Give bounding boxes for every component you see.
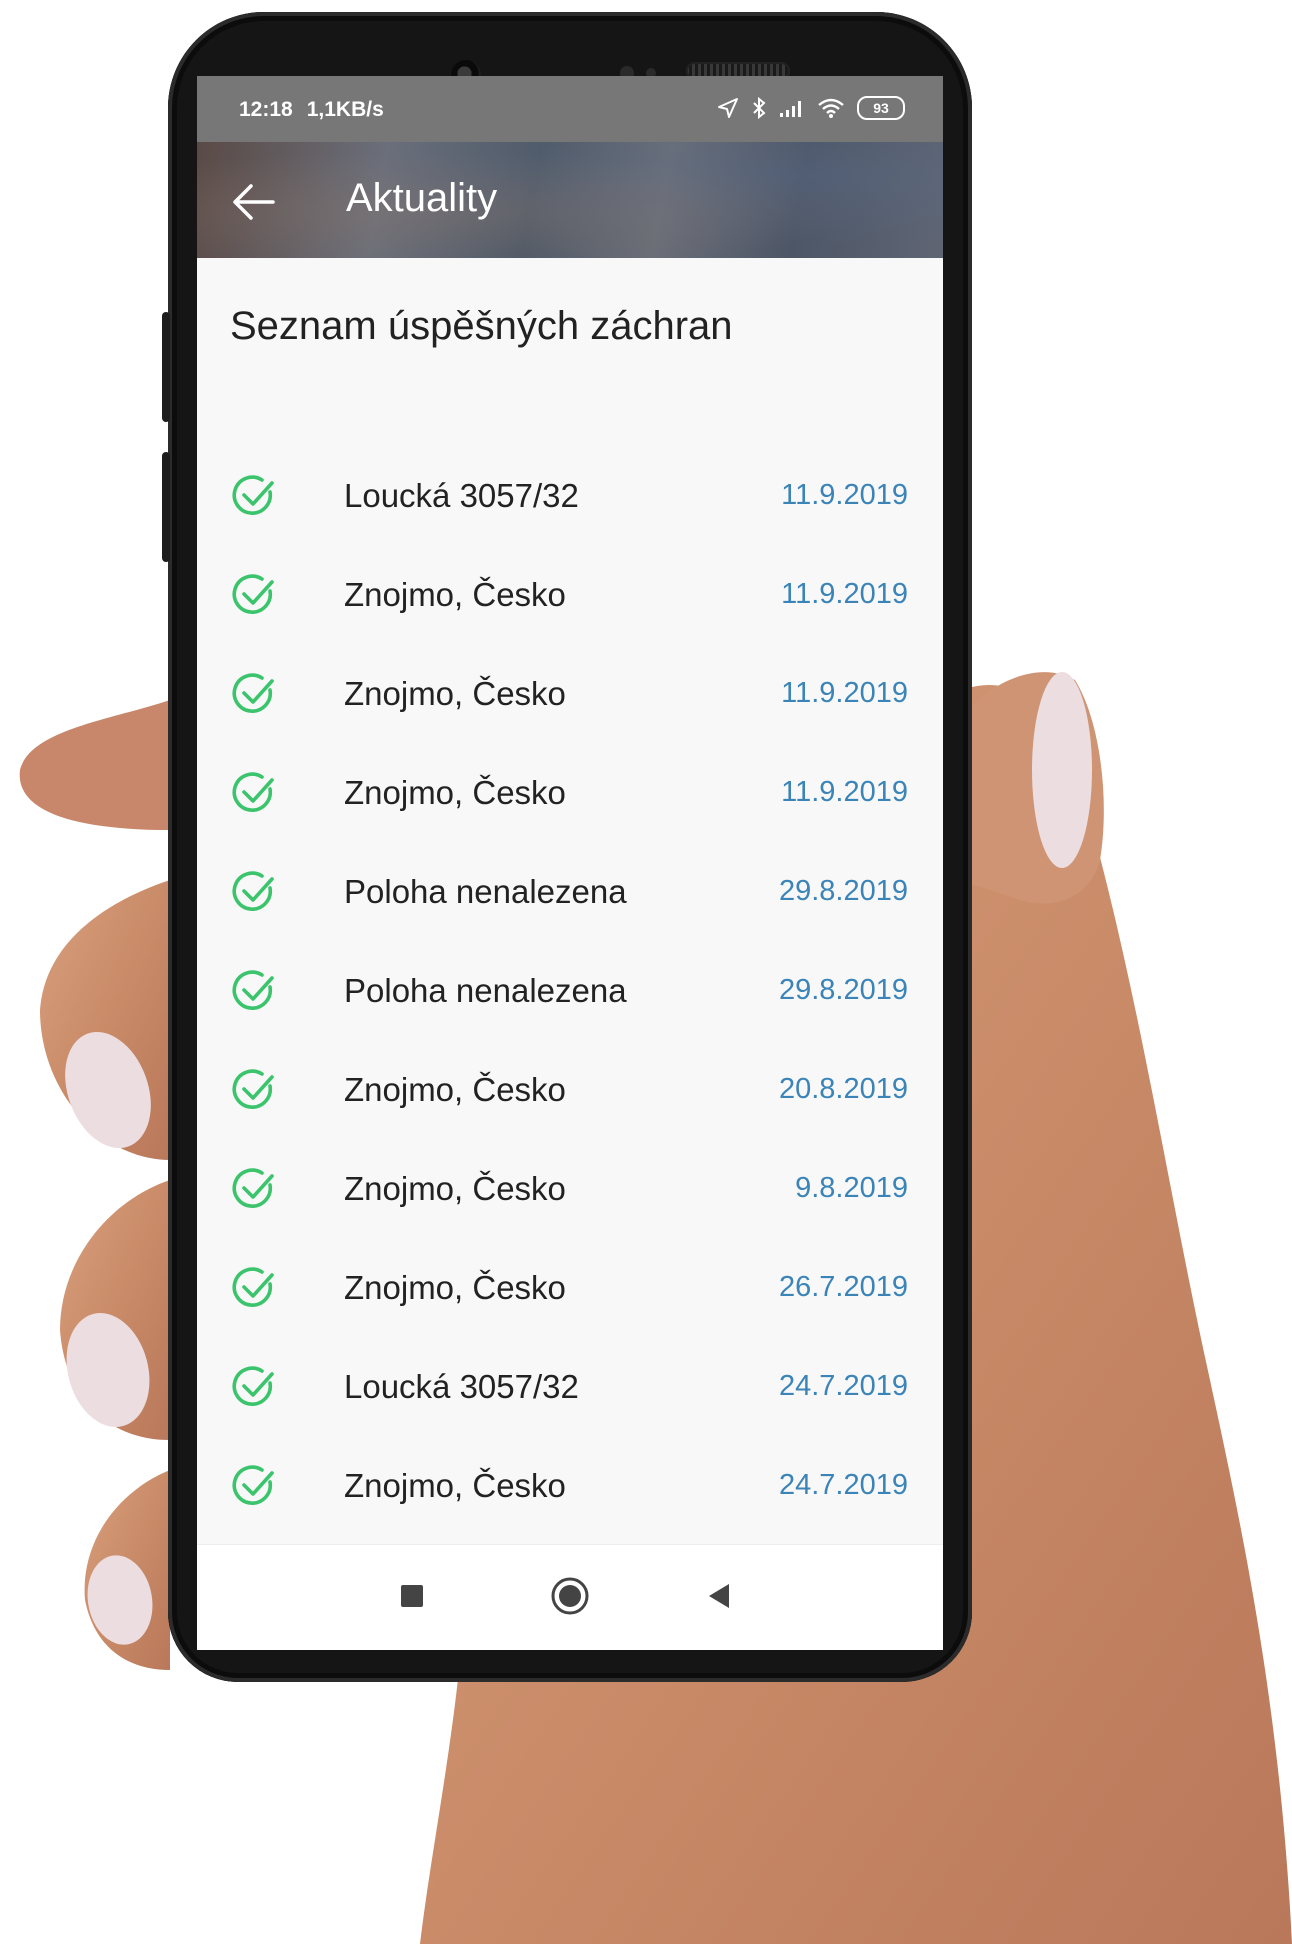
rescue-date: 20.8.2019 <box>778 1073 908 1105</box>
list-item[interactable]: Znojmo, Česko 24.7.2019 <box>197 1435 943 1534</box>
battery-level: 93 <box>873 100 889 116</box>
app-bar-title: Aktuality <box>346 176 498 220</box>
rescue-place: Loucká 3057/32 <box>344 1368 579 1405</box>
check-circle-icon <box>232 1069 274 1109</box>
list-item[interactable]: Znojmo, Česko 26.7.2019 <box>197 1237 943 1336</box>
check-circle-icon <box>232 1366 274 1406</box>
rescue-place: Poloha nenalezena <box>344 873 627 910</box>
stage: 12:18 1,1KB/s 93 Aktuality Seznam úspěšn… <box>0 0 1292 1944</box>
app-bar: Aktuality <box>197 142 943 258</box>
check-circle-icon <box>232 970 274 1010</box>
rescue-place: Znojmo, Česko <box>344 675 566 712</box>
list-item[interactable]: Znojmo, Česko 9.8.2019 <box>197 1138 943 1237</box>
bluetooth-icon <box>753 96 766 120</box>
status-bar: 12:18 1,1KB/s 93 <box>197 76 943 142</box>
rescue-place: Znojmo, Česko <box>344 1170 566 1207</box>
rescue-date: 11.9.2019 <box>781 677 908 709</box>
check-circle-icon <box>232 1168 274 1208</box>
rescue-date: 24.7.2019 <box>778 1370 908 1402</box>
rescue-date: 26.7.2019 <box>778 1271 908 1303</box>
wifi-icon <box>818 98 844 118</box>
arrow-left-icon[interactable] <box>231 182 275 222</box>
list-item[interactable]: Loucká 3057/32 24.7.2019 <box>197 1336 943 1435</box>
check-circle-icon <box>232 1465 274 1505</box>
check-circle-icon <box>232 1267 274 1307</box>
rescue-date: 11.9.2019 <box>781 776 908 808</box>
status-network-speed: 1,1KB/s <box>306 98 384 121</box>
rescue-place: Loucká 3057/32 <box>344 477 579 514</box>
location-icon <box>718 98 738 118</box>
status-time: 12:18 <box>239 98 293 121</box>
check-circle-icon <box>232 475 274 515</box>
check-circle-icon <box>232 574 274 614</box>
list-item[interactable]: Poloha nenalezena 29.8.2019 <box>197 940 943 1039</box>
list-item[interactable]: Loucká 3057/32 11.9.2019 <box>197 445 943 544</box>
rescue-place: Znojmo, Česko <box>344 576 566 613</box>
rescue-list[interactable]: Loucká 3057/32 11.9.2019 Znojmo, Česko 11.9… <box>197 445 943 1580</box>
phone-screen: 12:18 1,1KB/s 93 Aktuality Seznam úspěšn… <box>197 76 943 1650</box>
list-item[interactable]: Poloha nenalezena 29.8.2019 <box>197 841 943 940</box>
rescue-date: 9.8.2019 <box>795 1172 908 1204</box>
rescue-date: 11.9.2019 <box>781 479 908 511</box>
check-circle-icon <box>232 871 274 911</box>
navigation-bar <box>197 1544 943 1650</box>
rescue-place: Znojmo, Česko <box>344 1467 566 1504</box>
section-title: Seznam úspěšných záchran <box>230 304 733 348</box>
volume-button <box>162 312 170 422</box>
rescue-place: Znojmo, Česko <box>344 1071 566 1108</box>
list-item[interactable]: Znojmo, Česko 11.9.2019 <box>197 544 943 643</box>
square-icon[interactable] <box>399 1583 425 1609</box>
check-circle-icon <box>232 772 274 812</box>
list-item[interactable]: Znojmo, Česko 11.9.2019 <box>197 643 943 742</box>
check-circle-icon <box>232 673 274 713</box>
list-item[interactable]: Znojmo, Česko 11.9.2019 <box>197 742 943 841</box>
rescue-date: 29.8.2019 <box>778 974 908 1006</box>
rescue-place: Znojmo, Česko <box>344 774 566 811</box>
rescue-date: 24.7.2019 <box>778 1469 908 1501</box>
battery-icon: 93 <box>857 96 905 120</box>
list-item[interactable]: Znojmo, Česko 20.8.2019 <box>197 1039 943 1138</box>
signal-icon <box>780 101 801 117</box>
rescue-place: Poloha nenalezena <box>344 972 627 1009</box>
rescue-date: 29.8.2019 <box>778 875 908 907</box>
rescue-date: 11.9.2019 <box>781 578 908 610</box>
power-button <box>162 452 170 562</box>
triangle-back-icon[interactable] <box>705 1581 733 1611</box>
rescue-place: Znojmo, Česko <box>344 1269 566 1306</box>
circle-icon[interactable] <box>549 1575 591 1617</box>
